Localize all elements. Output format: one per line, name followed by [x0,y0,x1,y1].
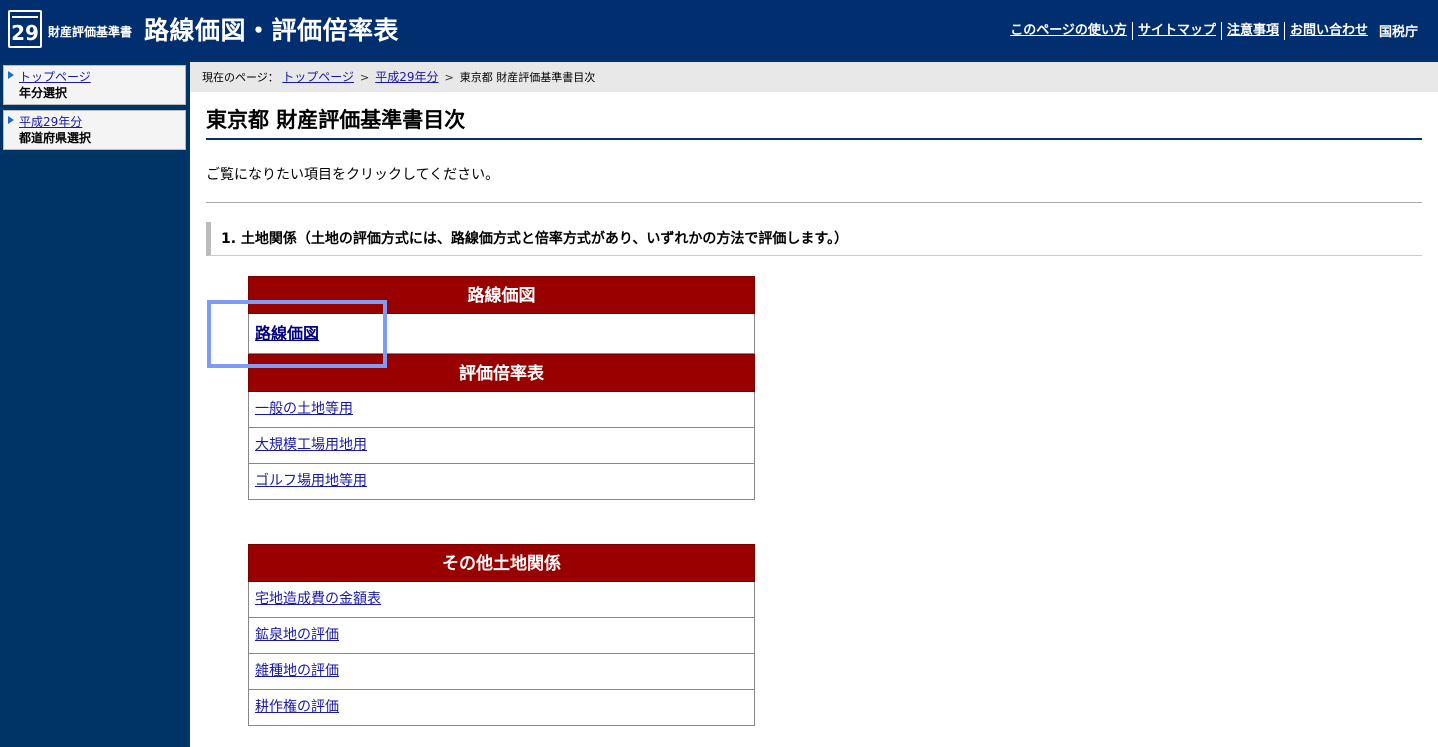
table-row: 宅地造成費の金額表 [248,582,755,618]
link-misc-land[interactable]: 雑種地の評価 [255,663,339,679]
table-row: 大規模工場用地用 [248,428,755,464]
sidebar-sub-label: 年分選択 [19,86,68,100]
table-row: 一般の土地等用 [248,392,755,428]
main-content: 現在のページ： トップページ > 平成29年分 > 東京都 財産評価基準書目次 東京都 … [190,62,1438,747]
sidebar-link-top[interactable]: トップページ [19,69,181,85]
site-title[interactable]: 路線価図・評価倍率表 [144,11,399,47]
nav-sitemap[interactable]: サイトマップ [1133,21,1222,40]
sidebar-item-year: 平成29年分 都道府県選択 [3,110,186,150]
table-row: ゴルフ場用地等用 [248,464,755,500]
page-title: 東京都 財産評価基準書目次 [206,104,1422,140]
link-large-factory[interactable]: 大規模工場用地用 [255,437,367,453]
breadcrumb-separator: > [444,71,454,84]
other-land-table: その他土地関係 宅地造成費の金額表 鉱泉地の評価 雑種地の評価 耕作権の評価 [248,544,755,726]
sidebar-sub-label: 都道府県選択 [19,131,92,145]
breadcrumb-link-year[interactable]: 平成29年分 [375,70,438,84]
intro-text: ご覧になりたい項目をクリックしてください。 [206,167,500,183]
nav-contact[interactable]: お問い合わせ [1285,22,1373,40]
link-land-development-cost[interactable]: 宅地造成費の金額表 [255,591,381,607]
arrow-right-icon [8,71,14,79]
agency-name[interactable]: 国税庁 [1373,21,1418,40]
table-header: その他土地関係 [248,544,755,582]
sidebar-item-top: トップページ 年分選択 [3,65,186,105]
arrow-right-icon [8,116,14,124]
nav-how-to-use[interactable]: このページの使い方 [1005,21,1133,40]
link-general-land[interactable]: 一般の土地等用 [255,401,353,417]
link-golf-course[interactable]: ゴルフ場用地等用 [255,473,367,489]
divider [206,202,1422,203]
site-subtitle: 財産評価基準書 [48,25,133,39]
nav-notes[interactable]: 注意事項 [1222,21,1285,40]
section-heading-land: 1. 土地関係（土地の評価方式には、路線価方式と倍率方式があり、いずれかの方法で… [206,222,1422,256]
focus-highlight-box [207,300,387,368]
breadcrumb-link-top[interactable]: トップページ [282,70,354,84]
table-row: 耕作権の評価 [248,690,755,726]
breadcrumb-current: 東京都 財産評価基準書目次 [459,71,596,84]
site-header: 29 財産評価基準書 路線価図・評価倍率表 このページの使い方 サイトマップ 注… [0,0,1438,62]
link-farming-rights[interactable]: 耕作権の評価 [255,699,339,715]
sidebar: トップページ 年分選択 平成29年分 都道府県選択 [0,62,190,747]
table-row: 鉱泉地の評価 [248,618,755,654]
sidebar-link-year[interactable]: 平成29年分 [19,114,181,130]
breadcrumb: 現在のページ： トップページ > 平成29年分 > 東京都 財産評価基準書目次 [190,62,1438,92]
breadcrumb-prefix: 現在のページ： [202,71,279,84]
logo-year-number: 29 [11,21,39,45]
calendar-logo-icon[interactable]: 29 [8,10,42,48]
link-mineral-spring[interactable]: 鉱泉地の評価 [255,627,339,643]
header-nav: このページの使い方 サイトマップ 注意事項 お問い合わせ 国税庁 [1005,21,1418,40]
breadcrumb-separator: > [360,71,370,84]
table-row: 雑種地の評価 [248,654,755,690]
